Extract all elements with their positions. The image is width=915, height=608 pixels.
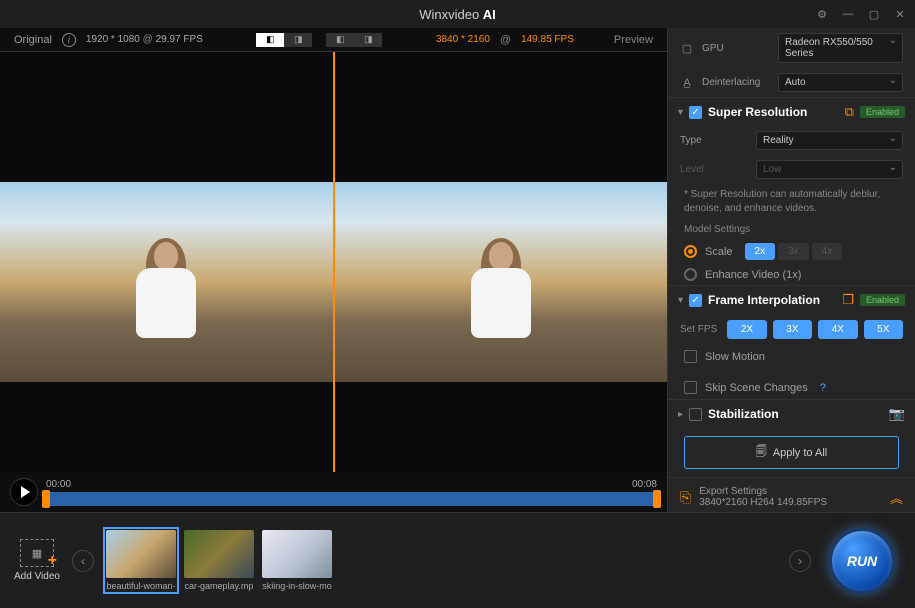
minimize-icon[interactable]: — [839,5,857,23]
timeline-row: 00:00 00:08 [0,472,667,512]
export-settings-bar[interactable]: ⎘ Export Settings 3840*2160 H264 149.85F… [668,477,915,512]
gpu-dropdown[interactable]: Radeon RX550/550 Series [778,33,903,63]
sr-status-badge: Enabled [860,106,905,118]
frame-interpolation-header[interactable]: ▾ ✓ Frame Interpolation ❐ Enabled [668,285,915,314]
stabilization-checkbox[interactable] [689,408,702,421]
super-resolution-checkbox[interactable]: ✓ [689,106,702,119]
slowmo-checkbox[interactable] [684,350,697,363]
info-icon[interactable]: i [62,33,76,47]
apply-to-all-button[interactable]: 🗐 Apply to All [684,436,899,469]
chevron-down-icon: ▾ [678,295,683,306]
clip-list: beautiful-woman- car-gameplay.mp skiing-… [106,530,332,591]
clip-item[interactable]: skiing-in-slow-mo [262,530,332,591]
frame-interp-checkbox[interactable]: ✓ [689,294,702,307]
fps-3x-button[interactable]: 3X [773,320,812,339]
fps-4x-button[interactable]: 4X [818,320,857,339]
enhanced-preview [335,52,668,472]
set-fps-label: Set FPS [680,324,717,335]
deinterlace-label: Deinterlacing [702,77,770,88]
preview-area [0,52,667,472]
preview-header: Original i 1920 * 1080 @ 29.97 FPS ◧◨ ◧◨… [0,28,667,52]
external-icon[interactable]: ⧉ [845,104,854,120]
maximize-icon[interactable]: ▢ [865,5,883,23]
enhance-label: Enhance Video (1x) [705,269,801,281]
frames-icon[interactable]: ❐ [842,292,854,308]
type-dropdown[interactable]: Reality [756,131,903,150]
scale-radio[interactable] [684,245,697,258]
stabilization-header[interactable]: ▸ Stabilization 📷 [668,399,915,428]
app-title: Winxvideo AI [419,7,496,22]
time-end: 00:08 [632,479,657,490]
sr-hint: * Super Resolution can automatically deb… [668,184,915,220]
output-resolution: 3840 * 2160 [436,34,490,45]
timeline[interactable]: 00:00 00:08 [46,479,657,506]
scale-4x-button[interactable]: 4x [812,243,843,260]
help-icon[interactable]: ? [820,382,826,394]
fps-5x-button[interactable]: 5X [864,320,903,339]
scale-3x-button[interactable]: 3x [778,243,809,260]
scale-label: Scale [705,246,733,258]
deinterlace-dropdown[interactable]: Auto [778,73,903,92]
compare-toggle-2[interactable]: ◧◨ [326,33,382,47]
export-icon: ⎘ [680,489,691,506]
gpu-label: GPU [702,43,770,54]
camera-icon[interactable]: 📷 [889,406,905,422]
compare-toggle[interactable]: ◧◨ [256,33,312,47]
gpu-icon: ▢ [680,42,694,55]
slowmo-label: Slow Motion [705,351,765,363]
add-video-button[interactable]: ▦ Add Video [14,539,60,582]
original-label: Original [14,34,52,46]
scale-2x-button[interactable]: 2x [745,243,776,260]
apply-icon: 🗐 [756,443,767,462]
expand-icon[interactable]: ︽ [890,488,903,507]
titlebar: Winxvideo AI ⚙ — ▢ ✕ [0,0,915,28]
level-dropdown: Low [756,160,903,179]
play-button[interactable] [10,478,38,506]
skip-scene-checkbox[interactable] [684,381,697,394]
deinterlace-icon: A̲ [680,77,694,89]
super-resolution-header[interactable]: ▾ ✓ Super Resolution ⧉ Enabled [668,97,915,126]
original-preview [0,52,333,472]
trim-end-handle[interactable] [653,490,661,508]
level-label: Level [680,164,748,175]
prev-clip-button[interactable]: ‹ [72,550,94,572]
trim-start-handle[interactable] [42,490,50,508]
preview-panel: Original i 1920 * 1080 @ 29.97 FPS ◧◨ ◧◨… [0,28,667,512]
preview-label: Preview [614,34,653,46]
skip-scene-label: Skip Scene Changes [705,382,808,394]
run-button[interactable]: RUN [829,528,895,594]
type-label: Type [680,135,748,146]
close-icon[interactable]: ✕ [891,5,909,23]
settings-icon[interactable]: ⚙ [813,5,831,23]
enhance-radio[interactable] [684,268,697,281]
add-video-icon: ▦ [20,539,54,567]
clip-item[interactable]: car-gameplay.mp [184,530,254,591]
original-resolution: 1920 * 1080 @ 29.97 FPS [86,34,203,45]
bottom-bar: ▦ Add Video ‹ beautiful-woman- car-gamep… [0,512,915,608]
fi-status-badge: Enabled [860,294,905,306]
time-start: 00:00 [46,479,71,490]
fps-2x-button[interactable]: 2X [727,320,766,339]
chevron-down-icon: ▾ [678,107,683,118]
clip-item[interactable]: beautiful-woman- [106,530,176,591]
model-settings-label: Model Settings [668,220,915,239]
settings-panel: ▢ GPU Radeon RX550/550 Series A̲ Deinter… [667,28,915,512]
next-clip-button[interactable]: › [789,550,811,572]
chevron-right-icon: ▸ [678,409,683,420]
export-title: Export Settings [699,486,827,497]
output-fps: 149.85 FPS [521,34,574,45]
export-details: 3840*2160 H264 149.85FPS [699,497,827,508]
